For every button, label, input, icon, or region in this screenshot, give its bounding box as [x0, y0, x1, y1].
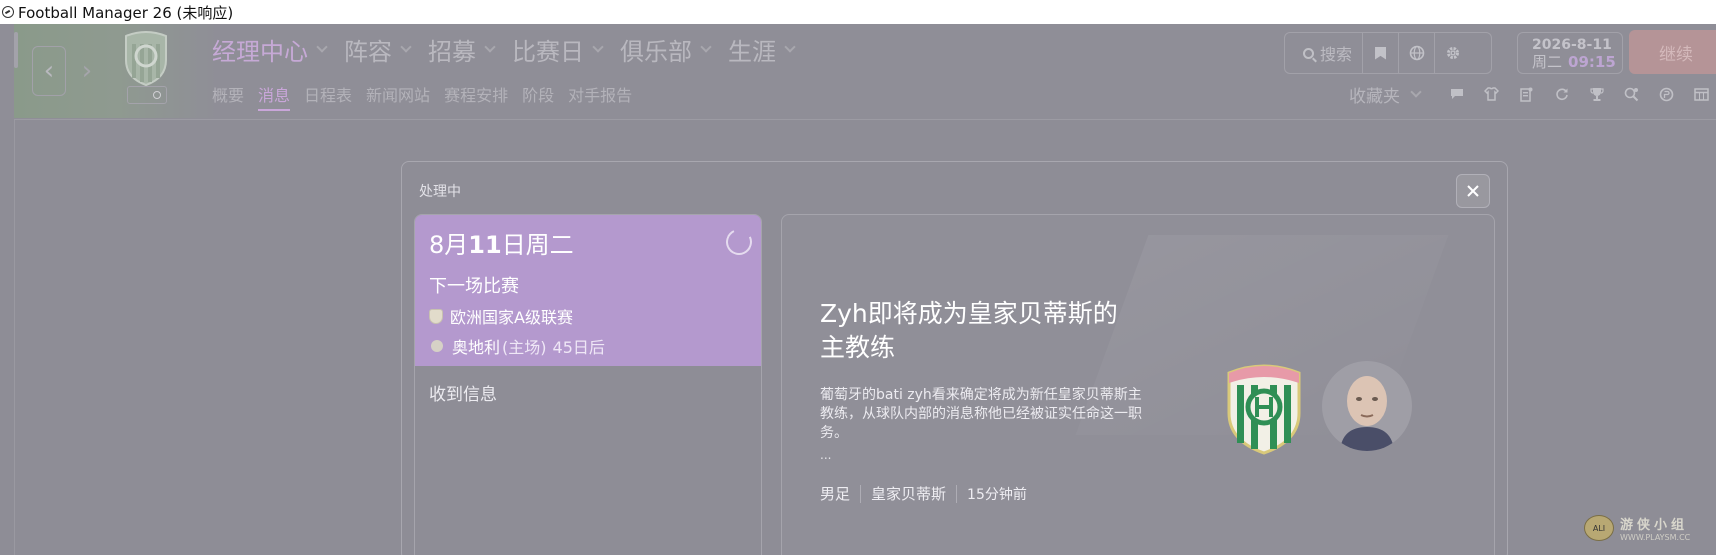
tab-opponent-report[interactable]: 对手报告 — [568, 82, 632, 111]
search-button[interactable]: 搜索 — [1285, 33, 1364, 73]
back-button[interactable]: ‹ — [32, 46, 66, 96]
chevron-down-icon — [316, 40, 328, 53]
watermark-logo-icon: ALI — [1584, 515, 1614, 541]
close-button[interactable] — [1456, 174, 1490, 208]
club-crest-icon[interactable] — [122, 30, 170, 86]
next-match-card[interactable]: 8月 11 日周二 下一场比赛 欧洲国家A级联赛 奥地利 (主场) 45日后 — [415, 215, 761, 366]
opponent-flag-icon — [431, 340, 443, 352]
chevron-down-icon — [484, 40, 496, 53]
search-icon — [1303, 47, 1314, 59]
chevron-right-icon: › — [81, 56, 93, 86]
club-selector[interactable] — [127, 86, 167, 104]
app-icon — [2, 6, 14, 18]
competition-row: 欧洲国家A级联赛 — [429, 304, 761, 328]
menu-manager-center[interactable]: 经理中心 — [212, 32, 328, 67]
continue-button[interactable]: 继续 — [1629, 30, 1716, 74]
calendar-icon[interactable] — [1684, 84, 1716, 104]
news-club: 皇家贝蒂斯 — [871, 485, 947, 503]
tab-overview[interactable]: 概要 — [212, 82, 244, 111]
site-watermark: ALI 游侠小组 WWW.PLAYSM.CC — [1584, 514, 1690, 542]
inbox-received-label: 收到信息 — [429, 385, 497, 405]
watermark-text: 游侠小组 — [1620, 518, 1689, 533]
news-time: 15分钟前 — [967, 486, 1027, 503]
next-match-label: 下一场比赛 — [429, 276, 519, 297]
news-item-card[interactable]: Zyh即将成为皇家贝蒂斯的主教练 葡萄牙的bati zyh看来确定将成为新任皇家… — [781, 214, 1495, 555]
tab-stages[interactable]: 阶段 — [522, 82, 554, 111]
sidebar-handle[interactable] — [14, 32, 18, 68]
news-meta: 男足 皇家贝蒂斯 15分钟前 — [820, 483, 1027, 504]
menu-squad[interactable]: 阵容 — [344, 32, 412, 67]
processing-dialog: 处理中 8月 11 日周二 下一场比赛 欧洲国家A级联赛 奥地利 (主场) 45日后… — [401, 161, 1508, 555]
trophy-icon[interactable] — [1579, 84, 1614, 104]
clipboard-icon[interactable] — [1509, 84, 1544, 104]
tab-inbox[interactable]: 消息 — [258, 82, 291, 111]
manager-avatar — [1322, 361, 1412, 451]
menu-club[interactable]: 俱乐部 — [620, 32, 712, 67]
news-body: 葡萄牙的bati zyh看来确定将成为新任皇家贝蒂斯主教练，从球队内部的消息称他… — [820, 387, 1142, 441]
globe-icon — [1409, 45, 1424, 61]
gear-icon — [1447, 47, 1460, 59]
chat-icon[interactable] — [1439, 84, 1474, 104]
meta-divider — [956, 484, 958, 503]
forward-button[interactable]: › — [70, 46, 104, 96]
real-betis-crest-icon — [1227, 364, 1301, 455]
favorites-dropdown[interactable]: 收藏夹 — [1349, 82, 1422, 107]
finance-icon[interactable] — [1649, 84, 1684, 104]
tab-news-site[interactable]: 新闻网站 — [366, 82, 430, 111]
top-header: ‹ › 经理中心 阵容 招募 比赛日 俱乐部 生涯 概要 消息 日程表 新闻网站… — [0, 24, 1716, 120]
bookmark-icon — [1375, 46, 1387, 60]
chevron-down-icon — [700, 40, 712, 53]
date-display[interactable]: 2026-8-11 周二 09:15 — [1517, 32, 1623, 74]
main-menu: 经理中心 阵容 招募 比赛日 俱乐部 生涯 — [212, 32, 812, 67]
refresh-icon[interactable] — [1544, 84, 1579, 104]
countdown: 45日后 — [552, 338, 605, 357]
dialog-title: 处理中 — [419, 184, 461, 200]
chevron-down-icon — [1410, 86, 1422, 98]
venue: (主场) — [502, 338, 547, 357]
competition-name: 欧洲国家A级联赛 — [450, 308, 573, 327]
current-date: 2026-8-11 — [1532, 37, 1612, 53]
meta-divider — [860, 484, 862, 503]
menu-recruitment[interactable]: 招募 — [428, 32, 496, 67]
current-time: 09:15 — [1568, 53, 1616, 71]
chevron-down-icon — [784, 40, 796, 53]
shirt-icon[interactable] — [1474, 84, 1509, 104]
window-title: Football Manager 26 (未响应) — [18, 3, 234, 22]
globe-button[interactable] — [1399, 33, 1436, 73]
settings-button[interactable] — [1435, 33, 1471, 73]
chevron-down-icon — [400, 40, 412, 53]
person-face-icon — [1340, 376, 1394, 451]
opponent-row: 奥地利 (主场) 45日后 — [429, 334, 761, 358]
window-titlebar: Football Manager 26 (未响应) — [0, 0, 1716, 24]
news-ellipsis: ... — [820, 448, 832, 462]
news-headline: Zyh即将成为皇家贝蒂斯的主教练 — [820, 299, 1118, 362]
chevron-left-icon: ‹ — [43, 56, 55, 86]
sub-menu: 概要 消息 日程表 新闻网站 赛程安排 阶段 对手报告 — [212, 82, 646, 111]
bookmark-button[interactable] — [1363, 33, 1400, 73]
next-match-date: 8月 11 日周二 — [429, 231, 574, 259]
tab-calendar[interactable]: 日程表 — [304, 82, 352, 111]
current-weekday: 周二 — [1532, 53, 1563, 71]
tab-fixtures[interactable]: 赛程安排 — [444, 82, 508, 111]
close-icon — [1467, 185, 1479, 197]
dialog-left-panel: 8月 11 日周二 下一场比赛 欧洲国家A级联赛 奥地利 (主场) 45日后 收到信… — [414, 214, 762, 555]
watermark-url: WWW.PLAYSM.CC — [1620, 533, 1691, 542]
chevron-down-icon — [592, 40, 604, 53]
scout-icon[interactable] — [1614, 84, 1649, 104]
menu-matchday[interactable]: 比赛日 — [512, 32, 604, 67]
news-category: 男足 — [820, 485, 851, 503]
menu-career[interactable]: 生涯 — [728, 32, 796, 67]
competition-crest-icon — [429, 308, 443, 324]
opponent-name: 奥地利 — [452, 338, 501, 357]
toolbar: 搜索 — [1284, 32, 1492, 74]
quick-access-bar — [1439, 84, 1716, 104]
